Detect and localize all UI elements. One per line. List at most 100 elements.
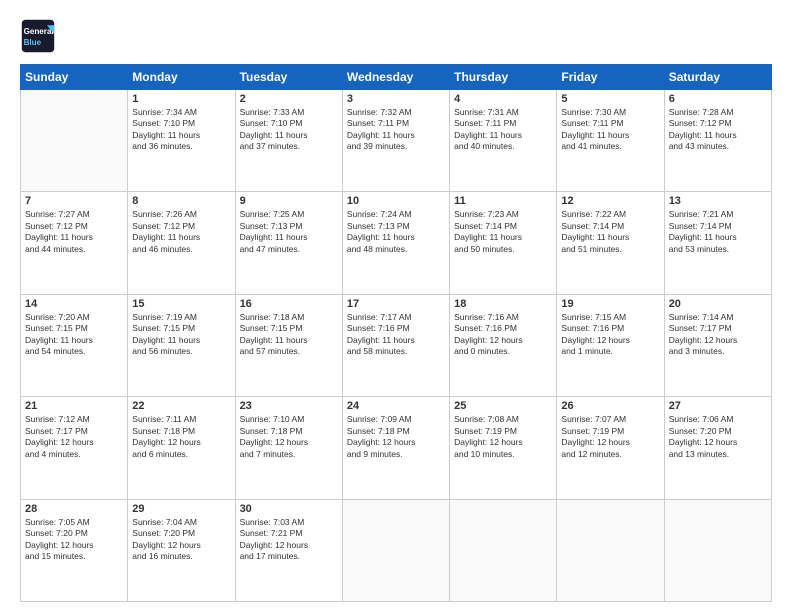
day-info: Sunrise: 7:34 AMSunset: 7:10 PMDaylight:…	[132, 107, 230, 153]
day-number: 16	[240, 298, 338, 310]
day-info: Sunrise: 7:08 AMSunset: 7:19 PMDaylight:…	[454, 414, 552, 460]
calendar-cell: 26 Sunrise: 7:07 AMSunset: 7:19 PMDayligh…	[557, 397, 664, 499]
day-number: 22	[132, 400, 230, 412]
weekday-header-wednesday: Wednesday	[342, 65, 449, 90]
calendar-cell	[557, 499, 664, 601]
day-info: Sunrise: 7:30 AMSunset: 7:11 PMDaylight:…	[561, 107, 659, 153]
day-number: 15	[132, 298, 230, 310]
weekday-header-friday: Friday	[557, 65, 664, 90]
day-number: 4	[454, 93, 552, 105]
week-row-3: 14 Sunrise: 7:20 AMSunset: 7:15 PMDayligh…	[21, 294, 772, 396]
day-info: Sunrise: 7:03 AMSunset: 7:21 PMDaylight:…	[240, 517, 338, 563]
calendar-cell: 25Sunrise: 7:08 AMSunset: 7:19 PMDayligh…	[450, 397, 557, 499]
day-info: Sunrise: 7:07 AMSunset: 7:19 PMDaylight:…	[561, 414, 659, 460]
day-info: Sunrise: 7:23 AMSunset: 7:14 PMDaylight:…	[454, 209, 552, 255]
day-number: 27	[669, 400, 767, 412]
day-number: 12	[561, 195, 659, 207]
day-number: 9	[240, 195, 338, 207]
calendar-cell: 30 Sunrise: 7:03 AMSunset: 7:21 PMDayligh…	[235, 499, 342, 601]
calendar-cell: 24Sunrise: 7:09 AMSunset: 7:18 PMDayligh…	[342, 397, 449, 499]
calendar-cell: 2 Sunrise: 7:33 AMSunset: 7:10 PMDaylight…	[235, 90, 342, 192]
calendar-cell: 18 Sunrise: 7:16 AMSunset: 7:16 PMDayligh…	[450, 294, 557, 396]
day-number: 21	[25, 400, 123, 412]
logo: General Blue	[20, 18, 56, 54]
calendar-cell	[342, 499, 449, 601]
day-info: Sunrise: 7:19 AMSunset: 7:15 PMDaylight:…	[132, 312, 230, 358]
calendar-cell: 6 Sunrise: 7:28 AMSunset: 7:12 PMDaylight…	[664, 90, 771, 192]
calendar-cell	[664, 499, 771, 601]
calendar-cell: 29 Sunrise: 7:04 AMSunset: 7:20 PMDayligh…	[128, 499, 235, 601]
day-number: 19	[561, 298, 659, 310]
calendar-cell: 1 Sunrise: 7:34 AMSunset: 7:10 PMDaylight…	[128, 90, 235, 192]
calendar-cell: 21 Sunrise: 7:12 AMSunset: 7:17 PMDayligh…	[21, 397, 128, 499]
weekday-header-sunday: Sunday	[21, 65, 128, 90]
day-number: 3	[347, 93, 445, 105]
calendar-cell: 28Sunrise: 7:05 AMSunset: 7:20 PMDayligh…	[21, 499, 128, 601]
day-number: 24	[347, 400, 445, 412]
day-info: Sunrise: 7:20 AMSunset: 7:15 PMDaylight:…	[25, 312, 123, 358]
weekday-header-thursday: Thursday	[450, 65, 557, 90]
calendar-cell: 8 Sunrise: 7:26 AMSunset: 7:12 PMDaylight…	[128, 192, 235, 294]
calendar-cell: 17Sunrise: 7:17 AMSunset: 7:16 PMDayligh…	[342, 294, 449, 396]
calendar-cell: 4 Sunrise: 7:31 AMSunset: 7:11 PMDaylight…	[450, 90, 557, 192]
calendar-cell: 7 Sunrise: 7:27 AMSunset: 7:12 PMDaylight…	[21, 192, 128, 294]
day-info: Sunrise: 7:04 AMSunset: 7:20 PMDaylight:…	[132, 517, 230, 563]
weekday-header-saturday: Saturday	[664, 65, 771, 90]
calendar-cell: 12 Sunrise: 7:22 AMSunset: 7:14 PMDayligh…	[557, 192, 664, 294]
week-row-5: 28Sunrise: 7:05 AMSunset: 7:20 PMDayligh…	[21, 499, 772, 601]
day-number: 14	[25, 298, 123, 310]
week-row-2: 7 Sunrise: 7:27 AMSunset: 7:12 PMDaylight…	[21, 192, 772, 294]
day-number: 1	[132, 93, 230, 105]
day-number: 13	[669, 195, 767, 207]
day-info: Sunrise: 7:25 AMSunset: 7:13 PMDaylight:…	[240, 209, 338, 255]
day-number: 26	[561, 400, 659, 412]
week-row-4: 21 Sunrise: 7:12 AMSunset: 7:17 PMDayligh…	[21, 397, 772, 499]
calendar-cell: 11 Sunrise: 7:23 AMSunset: 7:14 PMDayligh…	[450, 192, 557, 294]
header: General Blue	[20, 18, 772, 54]
day-info: Sunrise: 7:27 AMSunset: 7:12 PMDaylight:…	[25, 209, 123, 255]
calendar-cell: 3Sunrise: 7:32 AMSunset: 7:11 PMDaylight…	[342, 90, 449, 192]
day-number: 23	[240, 400, 338, 412]
logo-icon: General Blue	[20, 18, 56, 54]
day-info: Sunrise: 7:16 AMSunset: 7:16 PMDaylight:…	[454, 312, 552, 358]
calendar-cell: 20 Sunrise: 7:14 AMSunset: 7:17 PMDayligh…	[664, 294, 771, 396]
day-number: 29	[132, 503, 230, 515]
calendar-cell: 22 Sunrise: 7:11 AMSunset: 7:18 PMDayligh…	[128, 397, 235, 499]
day-info: Sunrise: 7:26 AMSunset: 7:12 PMDaylight:…	[132, 209, 230, 255]
day-info: Sunrise: 7:33 AMSunset: 7:10 PMDaylight:…	[240, 107, 338, 153]
day-info: Sunrise: 7:06 AMSunset: 7:20 PMDaylight:…	[669, 414, 767, 460]
calendar-table: SundayMondayTuesdayWednesdayThursdayFrid…	[20, 64, 772, 602]
calendar-cell: 16 Sunrise: 7:18 AMSunset: 7:15 PMDayligh…	[235, 294, 342, 396]
day-number: 6	[669, 93, 767, 105]
calendar-cell: 14 Sunrise: 7:20 AMSunset: 7:15 PMDayligh…	[21, 294, 128, 396]
day-info: Sunrise: 7:15 AMSunset: 7:16 PMDaylight:…	[561, 312, 659, 358]
day-info: Sunrise: 7:12 AMSunset: 7:17 PMDaylight:…	[25, 414, 123, 460]
day-info: Sunrise: 7:17 AMSunset: 7:16 PMDaylight:…	[347, 312, 445, 358]
weekday-header-row: SundayMondayTuesdayWednesdayThursdayFrid…	[21, 65, 772, 90]
calendar-cell: 19 Sunrise: 7:15 AMSunset: 7:16 PMDayligh…	[557, 294, 664, 396]
svg-text:General: General	[24, 27, 54, 36]
calendar-cell: 27 Sunrise: 7:06 AMSunset: 7:20 PMDayligh…	[664, 397, 771, 499]
calendar-cell	[21, 90, 128, 192]
day-number: 2	[240, 93, 338, 105]
calendar-cell	[450, 499, 557, 601]
day-info: Sunrise: 7:14 AMSunset: 7:17 PMDaylight:…	[669, 312, 767, 358]
day-number: 20	[669, 298, 767, 310]
day-number: 5	[561, 93, 659, 105]
day-number: 10	[347, 195, 445, 207]
calendar-cell: 9 Sunrise: 7:25 AMSunset: 7:13 PMDaylight…	[235, 192, 342, 294]
day-number: 18	[454, 298, 552, 310]
day-number: 11	[454, 195, 552, 207]
day-info: Sunrise: 7:28 AMSunset: 7:12 PMDaylight:…	[669, 107, 767, 153]
week-row-1: 1 Sunrise: 7:34 AMSunset: 7:10 PMDaylight…	[21, 90, 772, 192]
day-number: 28	[25, 503, 123, 515]
day-info: Sunrise: 7:10 AMSunset: 7:18 PMDaylight:…	[240, 414, 338, 460]
day-number: 30	[240, 503, 338, 515]
day-info: Sunrise: 7:11 AMSunset: 7:18 PMDaylight:…	[132, 414, 230, 460]
day-info: Sunrise: 7:31 AMSunset: 7:11 PMDaylight:…	[454, 107, 552, 153]
day-info: Sunrise: 7:22 AMSunset: 7:14 PMDaylight:…	[561, 209, 659, 255]
day-number: 8	[132, 195, 230, 207]
day-info: Sunrise: 7:18 AMSunset: 7:15 PMDaylight:…	[240, 312, 338, 358]
calendar-cell: 13Sunrise: 7:21 AMSunset: 7:14 PMDayligh…	[664, 192, 771, 294]
day-number: 7	[25, 195, 123, 207]
